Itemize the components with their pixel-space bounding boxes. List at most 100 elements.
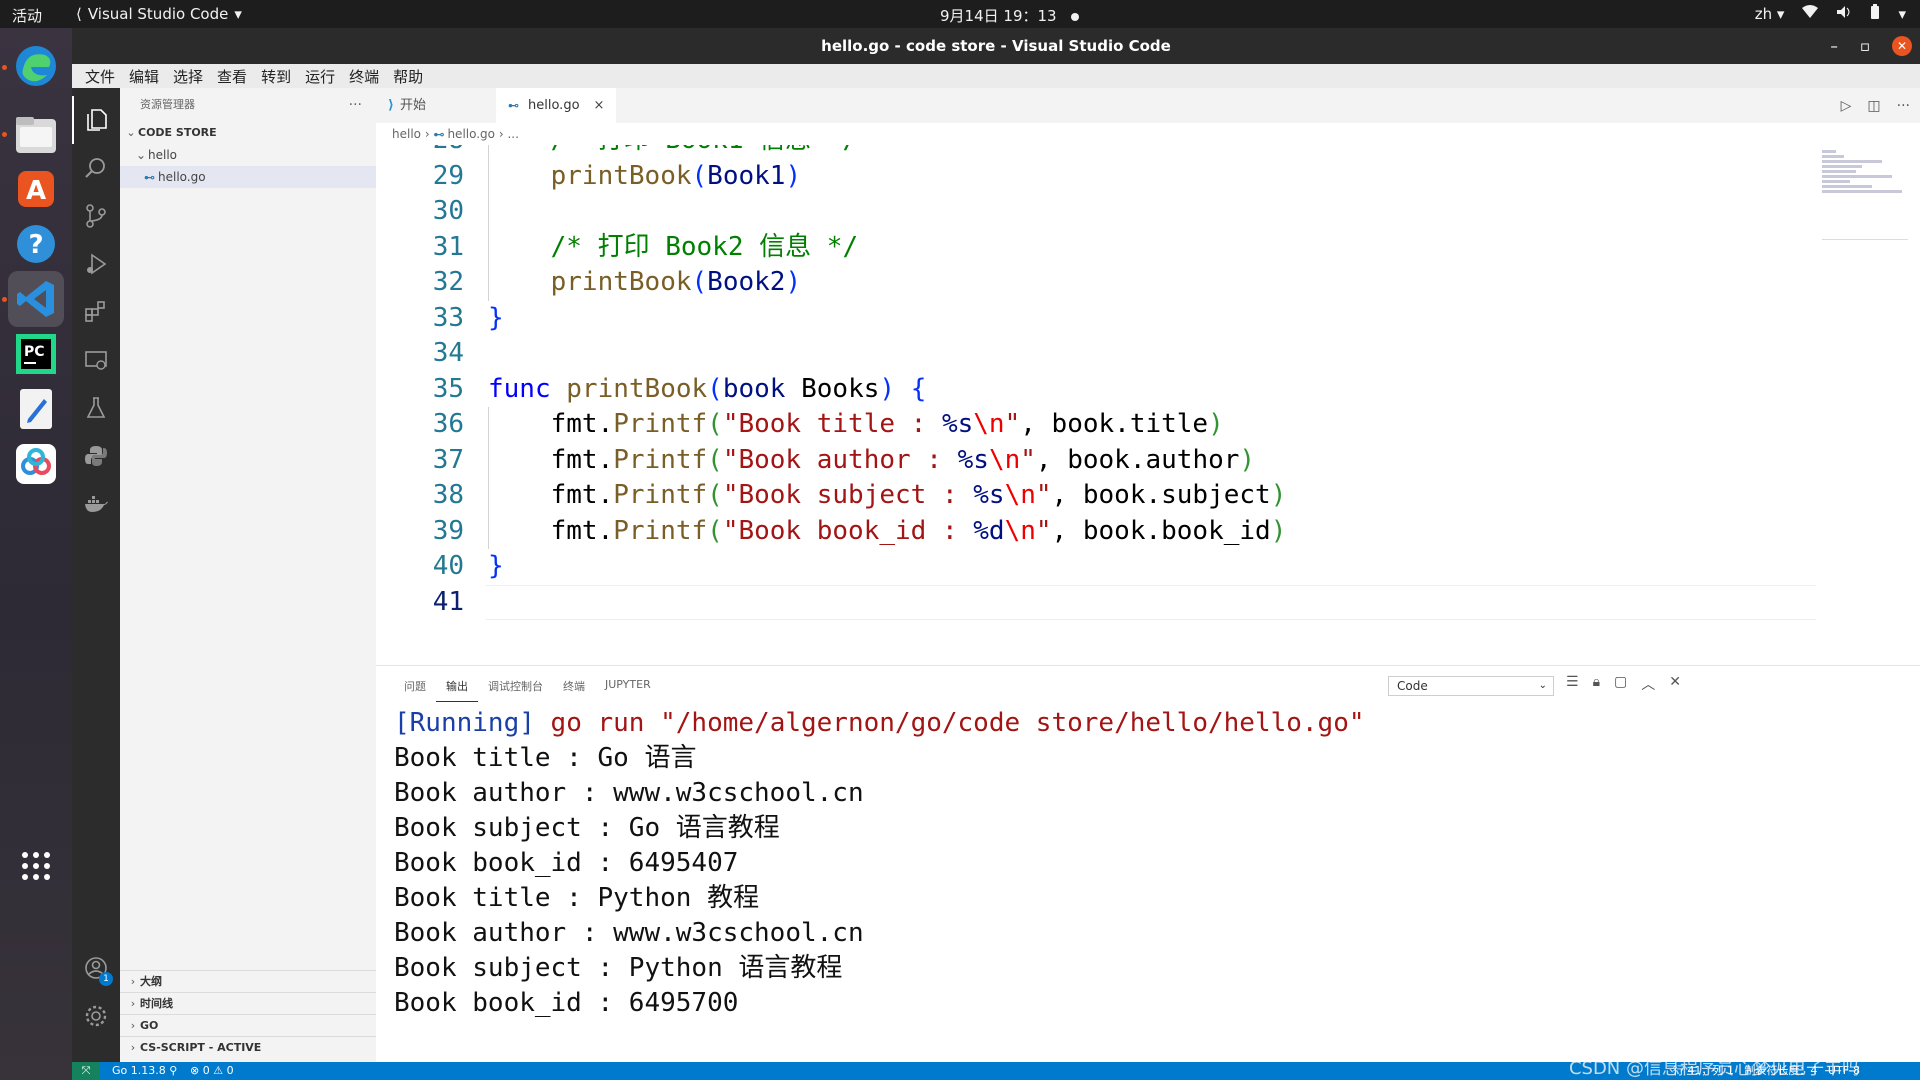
go-version[interactable]: Go 1.13.8 ⚲: [112, 1062, 177, 1080]
code-line[interactable]: 28 /* 打印 Book1 信息 */: [376, 145, 1816, 158]
code-line[interactable]: 36 fmt.Printf("Book title : %s\n", book.…: [376, 407, 1816, 442]
editor-more-icon[interactable]: ···: [1897, 98, 1910, 114]
menu-terminal[interactable]: 终端: [342, 64, 386, 88]
panel-tab-output[interactable]: 输出: [436, 666, 478, 702]
volume-icon[interactable]: [1836, 5, 1852, 23]
line-number: 33: [432, 302, 464, 333]
files-icon[interactable]: [8, 107, 64, 163]
close-panel-icon[interactable]: ✕: [1669, 674, 1681, 694]
outline-section[interactable]: › 大纲: [120, 970, 376, 992]
window-title: hello.go - code store - Visual Studio Co…: [821, 37, 1171, 55]
python-icon[interactable]: [72, 432, 120, 480]
app-menu[interactable]: ⟨ Visual Studio Code ▾: [76, 5, 242, 23]
more-actions-icon[interactable]: ···: [349, 88, 362, 122]
language-indicator[interactable]: zh ▾: [1755, 5, 1785, 23]
code-editor[interactable]: 28 /* 打印 Book1 信息 */29 printBook(Book1)3…: [376, 145, 1816, 665]
code-line[interactable]: 32 printBook(Book2): [376, 265, 1816, 300]
activities-button[interactable]: 活动: [12, 5, 42, 26]
extensions-icon[interactable]: [72, 288, 120, 336]
panel-tabs: 问题 输出 调试控制台 终端 JUPYTER: [376, 666, 1920, 702]
code-line[interactable]: 30: [376, 194, 1816, 229]
timeline-label: 时间线: [140, 997, 173, 1010]
maximize-panel-icon[interactable]: ︿: [1641, 674, 1655, 694]
help-icon[interactable]: ?: [8, 216, 64, 272]
battery-icon[interactable]: [1870, 4, 1880, 24]
code-token: ": [1035, 480, 1052, 510]
remote-indicator-icon[interactable]: ⤧: [72, 1062, 100, 1080]
maximize-icon[interactable]: ▫: [1860, 28, 1870, 64]
menu-view[interactable]: 查看: [210, 64, 254, 88]
minimize-icon[interactable]: –: [1830, 28, 1838, 64]
menu-selection[interactable]: 选择: [166, 64, 210, 88]
pycharm-icon[interactable]: PC: [8, 326, 64, 382]
code-line[interactable]: 37 fmt.Printf("Book author : %s\n", book…: [376, 443, 1816, 478]
code-line[interactable]: 33}: [376, 301, 1816, 336]
panel-tab-jupyter[interactable]: JUPYTER: [595, 666, 661, 702]
baidu-netdisk-icon[interactable]: [8, 436, 64, 492]
breadcrumb-file[interactable]: hello.go: [447, 127, 495, 141]
clock[interactable]: 9月14日 19：13: [940, 5, 1079, 26]
line-number: 32: [432, 267, 464, 297]
menu-run[interactable]: 运行: [298, 64, 342, 88]
settings-gear-icon[interactable]: [72, 992, 120, 1040]
wifi-icon[interactable]: [1802, 5, 1819, 23]
search-icon[interactable]: [72, 144, 120, 192]
code-line[interactable]: 40}: [376, 549, 1816, 584]
docker-icon[interactable]: [72, 480, 120, 528]
menu-edit[interactable]: 编辑: [122, 64, 166, 88]
system-menu-chevron-icon[interactable]: ▾: [1898, 5, 1906, 23]
close-window-icon[interactable]: ✕: [1892, 36, 1912, 56]
code-line[interactable]: 29 printBook(Book1): [376, 159, 1816, 194]
vscode-dock-icon[interactable]: [8, 271, 64, 327]
code-line[interactable]: 41: [376, 584, 1816, 620]
minimap[interactable]: [1822, 148, 1908, 240]
close-tab-icon[interactable]: ×: [594, 88, 605, 123]
go-section[interactable]: › GO: [120, 1014, 376, 1036]
line-number: 40: [432, 551, 464, 581]
code-line[interactable]: 38 fmt.Printf("Book subject : %s\n", boo…: [376, 478, 1816, 513]
timeline-section[interactable]: › 时间线: [120, 992, 376, 1014]
panel-tab-debug-console[interactable]: 调试控制台: [478, 666, 553, 702]
code-line[interactable]: 31 /* 打印 Book2 信息 */: [376, 230, 1816, 265]
split-editor-icon[interactable]: ◫: [1867, 98, 1880, 114]
code-line[interactable]: 39 fmt.Printf("Book book_id : %d\n", boo…: [376, 514, 1816, 549]
code-line[interactable]: 34: [376, 336, 1816, 371]
clear-output-icon[interactable]: ☰: [1566, 674, 1579, 694]
panel-tab-terminal[interactable]: 终端: [553, 666, 595, 702]
show-applications-icon[interactable]: [8, 838, 64, 894]
source-control-icon[interactable]: [72, 192, 120, 240]
output-content[interactable]: [Running] go run "/home/algernon/go/code…: [394, 706, 1365, 1021]
line-number: 38: [432, 480, 464, 510]
language-label: zh: [1754, 5, 1773, 23]
edge-browser-icon[interactable]: [8, 38, 64, 94]
run-code-icon[interactable]: ▷: [1841, 98, 1852, 114]
code-token: printBook: [550, 160, 692, 191]
breadcrumb-symbol[interactable]: ...: [507, 127, 518, 141]
panel-tab-problems[interactable]: 问题: [394, 666, 436, 702]
cs-script-section[interactable]: › CS-SCRIPT - ACTIVE: [120, 1036, 376, 1058]
folder-hello[interactable]: ⌄ hello: [120, 144, 376, 166]
tab-welcome[interactable]: ⟩ 开始: [376, 88, 496, 123]
file-hello-go[interactable]: ⊷ hello.go: [120, 166, 376, 188]
text-editor-icon[interactable]: [8, 381, 64, 437]
remote-explorer-icon[interactable]: [72, 336, 120, 384]
software-center-icon[interactable]: A: [8, 161, 64, 217]
breadcrumb-folder[interactable]: hello: [392, 127, 421, 141]
output-channel-select[interactable]: Code ⌄: [1388, 676, 1554, 696]
menu-help[interactable]: 帮助: [386, 64, 430, 88]
code-token: printBook: [550, 267, 692, 297]
accounts-icon[interactable]: 1: [72, 944, 120, 992]
lock-scroll-icon[interactable]: 🔒︎: [1593, 674, 1600, 694]
testing-flask-icon[interactable]: [72, 384, 120, 432]
explorer-icon[interactable]: [72, 96, 120, 144]
workspace-root[interactable]: ⌄ CODE STORE: [120, 122, 376, 144]
open-log-icon[interactable]: ▢: [1614, 674, 1627, 694]
menu-file[interactable]: 文件: [78, 64, 122, 88]
code-token: ": [1020, 444, 1036, 475]
menu-go[interactable]: 转到: [254, 64, 298, 88]
run-debug-icon[interactable]: [72, 240, 120, 288]
problems-count[interactable]: ⊗ 0 ⚠ 0: [190, 1062, 234, 1080]
code-line[interactable]: 35 func printBook(book Books) {: [376, 372, 1816, 407]
tab-hello-go[interactable]: ⊷ hello.go ×: [496, 88, 616, 123]
